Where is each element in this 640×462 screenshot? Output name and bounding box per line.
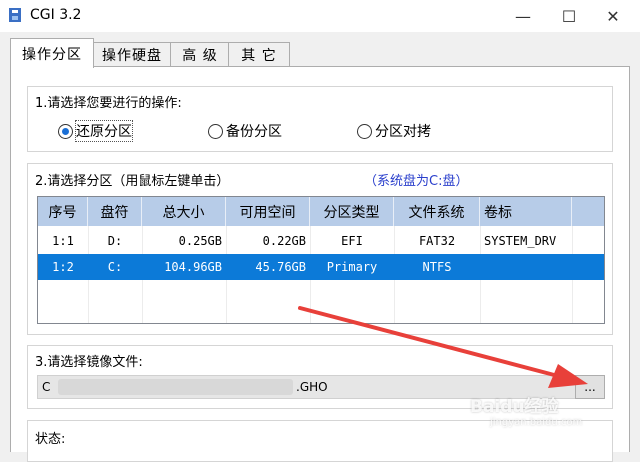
watermark-brand: Baidu经验 xyxy=(470,397,559,417)
tab-partition[interactable]: 操作分区 xyxy=(10,38,94,68)
watermark-url: jingyan.baidu.com xyxy=(490,417,583,428)
baidu-watermark: Baidu经验 jingyan.baidu.com xyxy=(470,392,582,428)
annotation-arrow xyxy=(298,306,588,388)
